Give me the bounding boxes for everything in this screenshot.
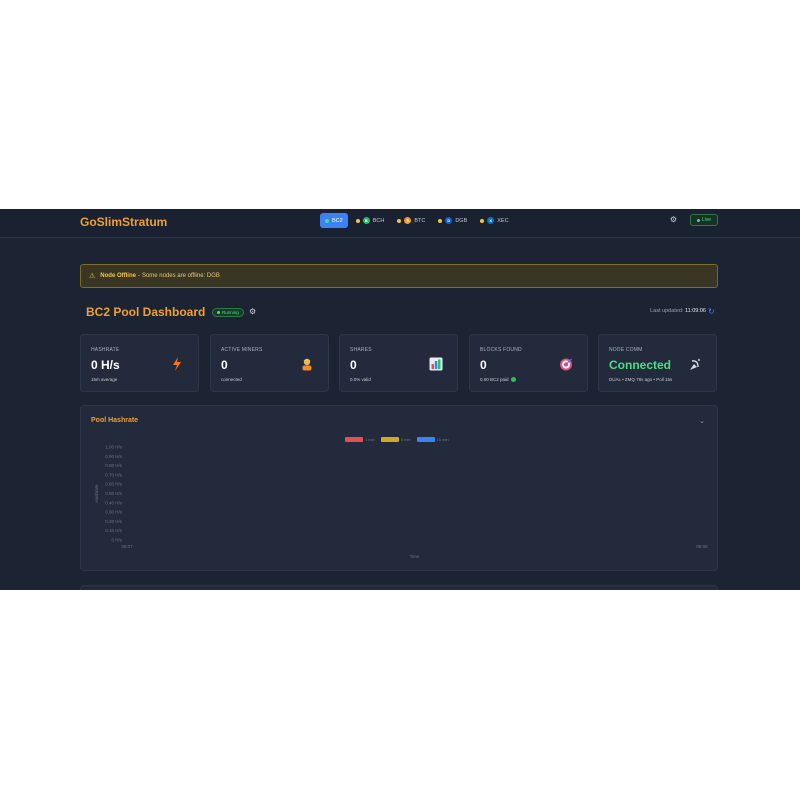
hashrate-chart: 1.00 H/s 0.90 H/s 0.80 H/s 0.70 H/s 0.60 H/s… xyxy=(94,445,708,560)
status-dot-icon xyxy=(397,218,402,223)
stat-label: ACTIVE MINERS xyxy=(221,347,263,353)
stat-value: 0 xyxy=(350,358,357,372)
y-axis-label: Hashrate xyxy=(94,484,99,503)
x-axis-label: Time xyxy=(410,554,420,559)
stat-sub: 0.00 BC2 paid xyxy=(480,377,516,382)
last-updated-time: 11:09:06 xyxy=(684,308,706,314)
top-navbar: GoSlimStratum BC2 B BCH ₿ BTC D DGB X XE… xyxy=(0,209,800,238)
y-tick-label: 0.90 H/s xyxy=(105,454,123,459)
chain-tab-label: XEC xyxy=(497,217,509,224)
chain-tab-xec[interactable]: X XEC xyxy=(475,213,513,228)
stat-card-node-comm: NODE COMM Connected DUAL • ZMQ 78s ago •… xyxy=(598,334,717,392)
y-tick-label: 1.00 H/s xyxy=(105,445,123,450)
btc-coin-icon: ₿ xyxy=(404,217,412,224)
refresh-icon[interactable]: ↻ xyxy=(708,307,715,316)
second-panel xyxy=(80,585,718,590)
stat-card-shares: SHARES 0 0.0% valid xyxy=(339,334,458,392)
bch-coin-icon: B xyxy=(362,217,370,224)
live-status-badge[interactable]: Live xyxy=(690,214,718,226)
stat-card-hashrate: HASHRATE 0 H/s 15m average xyxy=(80,334,199,392)
stat-label: NODE COMM xyxy=(609,347,643,353)
chain-tab-label: BC2 xyxy=(332,217,343,224)
page-title: BC2 Pool Dashboard xyxy=(86,305,206,319)
status-label: Running xyxy=(222,310,239,315)
dashboard-settings-gear-icon[interactable]: ⚙ xyxy=(249,307,256,316)
y-tick-label: 0.10 H/s xyxy=(105,528,123,533)
pool-hashrate-panel: Pool Hashrate ⌄ 1 min 5 min 15 min 1.00 … xyxy=(80,405,718,571)
stat-label: BLOCKS FOUND xyxy=(480,347,522,353)
warning-icon: ⚠ xyxy=(89,273,96,280)
chain-tab-dgb[interactable]: D DGB xyxy=(433,213,472,228)
stat-card-active-miners: ACTIVE MINERS 0 connected xyxy=(210,334,329,392)
alert-message: Some nodes are offline: DGB xyxy=(141,273,220,279)
satellite-icon xyxy=(690,358,701,370)
settings-gear-icon[interactable]: ⚙ xyxy=(669,215,678,224)
stat-sub-text: 15m average xyxy=(91,377,118,382)
lightning-icon xyxy=(173,357,181,371)
status-dot-icon xyxy=(438,218,443,223)
y-tick-label: 0.50 H/s xyxy=(105,491,123,496)
status-dot-icon xyxy=(217,311,220,314)
alert-separator: - xyxy=(137,273,140,279)
stat-sub: DUAL • ZMQ 78s ago • Poll 15s xyxy=(609,377,672,382)
xec-coin-icon: X xyxy=(487,217,495,224)
stat-sub: 15m average xyxy=(91,377,117,382)
y-tick-label: 0.40 H/s xyxy=(105,500,123,505)
y-tick-label: 0.60 H/s xyxy=(105,482,123,487)
chain-tabs: BC2 B BCH ₿ BTC D DGB X XEC xyxy=(320,213,514,228)
x-tick-label: 09:07 xyxy=(121,544,133,549)
last-updated: Last updated: 11:09:06 xyxy=(650,308,706,314)
check-circle-icon xyxy=(510,377,516,382)
status-badge: Running xyxy=(212,308,244,317)
stat-sub-text: 0.00 BC2 paid xyxy=(480,377,509,382)
stat-sub: connected xyxy=(221,377,242,382)
dgb-coin-icon: D xyxy=(445,217,453,224)
brand-logo[interactable]: GoSlimStratum xyxy=(80,215,167,229)
y-tick-label: 0 H/s xyxy=(111,538,122,543)
last-updated-label: Last updated: xyxy=(650,308,684,314)
stat-value: Connected xyxy=(609,358,672,372)
stat-value: 0 xyxy=(480,358,487,372)
chain-tab-label: BCH xyxy=(372,217,385,224)
stat-value: 0 xyxy=(221,358,228,372)
chain-tab-label: DGB xyxy=(455,217,468,224)
stat-label: HASHRATE xyxy=(91,347,120,353)
chain-tab-bc2[interactable]: BC2 xyxy=(320,213,348,228)
chain-tab-btc[interactable]: ₿ BTC xyxy=(392,213,430,228)
alert-title: Node Offline xyxy=(100,273,136,279)
stat-sub-text: DUAL • ZMQ 78s ago • Poll 15s xyxy=(609,377,673,382)
miner-icon xyxy=(302,358,312,371)
status-dot-icon xyxy=(355,218,360,223)
stat-sub-text: 0.0% valid xyxy=(350,377,371,382)
stat-card-blocks-found: BLOCKS FOUND 0 0.00 BC2 paid xyxy=(469,334,588,392)
target-icon xyxy=(560,358,572,371)
y-tick-label: 0.80 H/s xyxy=(105,463,123,468)
chain-tab-bch[interactable]: B BCH xyxy=(351,213,390,228)
status-dot-icon xyxy=(325,218,329,223)
y-tick-label: 0.20 H/s xyxy=(105,519,123,524)
chain-tab-label: BTC xyxy=(414,217,426,224)
status-dot-icon xyxy=(480,218,485,223)
stat-sub-text: connected xyxy=(221,377,242,382)
y-tick-label: 0.30 H/s xyxy=(105,510,123,515)
stat-sub: 0.0% valid xyxy=(350,377,371,382)
stat-value: 0 H/s xyxy=(91,358,120,372)
app-window: GoSlimStratum BC2 B BCH ₿ BTC D DGB X XE… xyxy=(0,209,800,590)
bar-chart-icon xyxy=(429,357,443,371)
live-dot-icon xyxy=(696,218,700,222)
x-tick-label: 09:08 xyxy=(696,544,708,549)
live-label: Live xyxy=(701,217,712,223)
stat-label: SHARES xyxy=(350,347,372,353)
y-tick-label: 0.70 H/s xyxy=(105,472,123,477)
node-offline-alert: ⚠ Node Offline - Some nodes are offline:… xyxy=(80,264,718,288)
